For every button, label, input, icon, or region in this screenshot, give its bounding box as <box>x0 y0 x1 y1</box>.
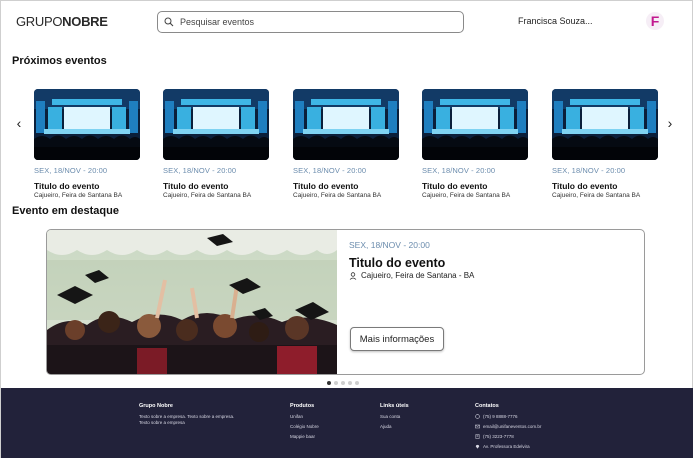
pagination-dot[interactable] <box>327 381 331 385</box>
event-thumbnail <box>293 89 399 160</box>
pagination-dot[interactable] <box>355 381 359 385</box>
footer-contact-item[interactable]: (75) 3223-7778 <box>475 434 541 439</box>
event-card[interactable]: SEX, 18/NOV - 20:00 Titulo do evento Cajue… <box>552 89 658 199</box>
mail-icon <box>475 424 483 429</box>
event-title: Titulo do evento <box>422 181 488 191</box>
footer-contacts-title: Contatos <box>475 403 499 409</box>
footer-contact-text: Av. Professora Edelvira <box>483 444 530 449</box>
person-pin-icon <box>349 271 357 280</box>
event-title: Titulo do evento <box>552 181 618 191</box>
event-card[interactable]: SEX, 18/NOV - 20:00 Titulo do evento Cajue… <box>422 89 528 199</box>
more-info-button[interactable]: Mais informações <box>350 327 444 351</box>
event-date: SEX, 18/NOV - 20:00 <box>163 166 237 175</box>
event-date: SEX, 18/NOV - 20:00 <box>34 166 108 175</box>
footer-product-link[interactable]: Unifan <box>290 414 319 419</box>
event-title: Titulo do evento <box>163 181 229 191</box>
footer-products-column: Produtos Unifan Colégio Nobre Mappie baar <box>290 403 319 444</box>
footer-brand-title: Grupo Nobre <box>139 403 173 409</box>
event-thumbnail <box>422 89 528 160</box>
event-date: SEX, 18/NOV - 20:00 <box>293 166 367 175</box>
footer-brand-description: Texto sobre a empresa. Texto sobre a emp… <box>139 414 235 425</box>
user-name[interactable]: Francisca Souza... <box>518 16 593 26</box>
footer-brand-column: Grupo Nobre Texto sobre a empresa. Texto… <box>139 403 239 425</box>
event-thumbnail <box>552 89 658 160</box>
event-card[interactable]: SEX, 18/NOV - 20:00 Titulo do evento Cajue… <box>293 89 399 199</box>
whatsapp-icon <box>475 414 483 419</box>
search-input[interactable] <box>180 17 450 27</box>
event-location: Cajueiro, Feira de Santana BA <box>422 192 511 199</box>
top-bar: GRUPONOBRE Francisca Souza... F <box>1 1 693 43</box>
page: GRUPONOBRE Francisca Souza... F Próximos… <box>0 0 693 458</box>
footer-products-title: Produtos <box>290 403 315 409</box>
footer-product-link[interactable]: Mappie baar <box>290 434 319 439</box>
featured-event-card[interactable]: SEX, 18/NOV - 20:00 Titulo do evento Caj… <box>46 229 645 375</box>
featured-event-image <box>47 230 337 374</box>
event-location: Cajueiro, Feira de Santana BA <box>163 192 252 199</box>
carousel-next-arrow-icon[interactable]: › <box>664 115 676 131</box>
featured-event-title: Evento em destaque <box>12 205 119 217</box>
phone-icon <box>475 434 483 439</box>
footer-links-column: Links úteis Sua conta Ajuda <box>380 403 409 434</box>
footer-contact-text: email@unifaneventos.com.br <box>483 424 542 429</box>
featured-event-location: Cajueiro, Feira de Santana - BA <box>349 271 474 280</box>
avatar[interactable]: F <box>646 12 664 30</box>
footer-contact-item[interactable]: (75) 9 8888-7776 <box>475 414 541 419</box>
event-card[interactable]: SEX, 18/NOV - 20:00 Titulo do evento Cajue… <box>163 89 269 199</box>
featured-pagination <box>327 381 359 385</box>
search-icon <box>164 17 174 27</box>
event-thumbnail <box>163 89 269 160</box>
brand-logo[interactable]: GRUPONOBRE <box>16 14 108 29</box>
footer-contact-item[interactable]: Av. Professora Edelvira <box>475 444 541 449</box>
event-date: SEX, 18/NOV - 20:00 <box>422 166 496 175</box>
event-thumbnail <box>34 89 140 160</box>
footer-links-title: Links úteis <box>380 403 409 409</box>
search-box[interactable] <box>157 11 464 33</box>
footer-useful-link[interactable]: Ajuda <box>380 424 409 429</box>
event-location: Cajueiro, Feira de Santana BA <box>293 192 382 199</box>
footer-product-link[interactable]: Colégio Nobre <box>290 424 319 429</box>
featured-event-name: Titulo do evento <box>349 256 446 270</box>
event-title: Titulo do evento <box>293 181 359 191</box>
upcoming-events-title: Próximos eventos <box>12 55 107 67</box>
location-icon <box>475 444 483 449</box>
carousel-prev-arrow-icon[interactable]: ‹ <box>13 115 25 131</box>
pagination-dot[interactable] <box>348 381 352 385</box>
featured-event-location-text: Cajueiro, Feira de Santana - BA <box>361 271 475 280</box>
footer-contact-text: (75) 9 8888-7776 <box>483 414 518 419</box>
footer-contact-text: (75) 3223-7778 <box>483 434 514 439</box>
pagination-dot[interactable] <box>341 381 345 385</box>
footer-contact-item[interactable]: email@unifaneventos.com.br <box>475 424 541 429</box>
event-title: Titulo do evento <box>34 181 100 191</box>
footer: Grupo Nobre Texto sobre a empresa. Texto… <box>1 388 693 458</box>
brand-light-text: GRUPO <box>16 14 63 29</box>
event-card[interactable]: SEX, 18/NOV - 20:00 Titulo do evento Cajue… <box>34 89 140 199</box>
pagination-dot[interactable] <box>334 381 338 385</box>
footer-useful-link[interactable]: Sua conta <box>380 414 409 419</box>
brand-bold-text: NOBRE <box>62 14 108 29</box>
event-location: Cajueiro, Feira de Santana BA <box>34 192 123 199</box>
event-date: SEX, 18/NOV - 20:00 <box>552 166 626 175</box>
featured-event-date: SEX, 18/NOV - 20:00 <box>349 240 430 250</box>
event-location: Cajueiro, Feira de Santana BA <box>552 192 641 199</box>
footer-contacts-column: Contatos (75) 9 8888-7776 email@unifaneve… <box>475 403 541 454</box>
